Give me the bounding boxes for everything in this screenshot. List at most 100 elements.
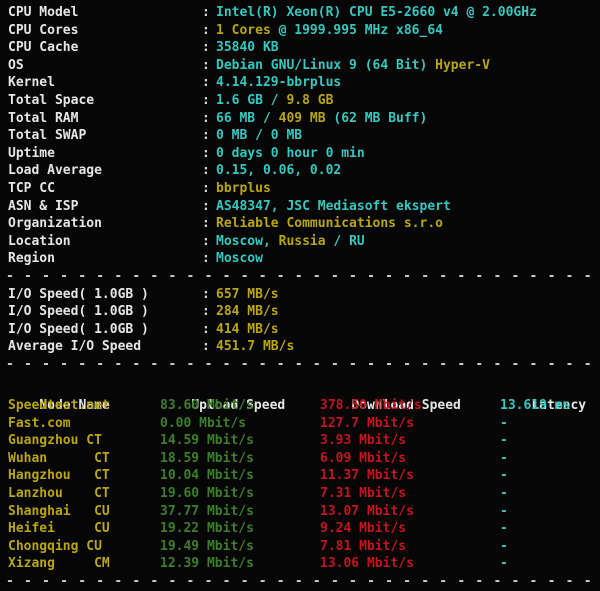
io-speed-value: 657 MB/s: [216, 286, 279, 302]
system-info-row: CPU Cores:1 Cores @ 1999.995 MHz x86_64: [0, 22, 600, 40]
speedtest-row: Speedtest.net 83.60 Mbit/s 378.50 Mbit/s 13…: [0, 397, 600, 415]
system-info-label: CPU Cache: [8, 40, 79, 56]
speedtest-row: Hangzhou CT 10.04 Mbit/s 11.37 Mbit/s -: [0, 467, 600, 485]
speedtest-latency: -: [500, 450, 508, 466]
speedtest-row: Chongqing CU 19.49 Mbit/s 7.81 Mbit/s -: [0, 538, 600, 556]
io-speed-row: I/O Speed( 1.0GB ):414 MB/s: [0, 321, 600, 339]
system-info-row: Uptime:0 days 0 hour 0 min: [0, 145, 600, 163]
speedtest-latency: -: [500, 433, 508, 449]
system-info-value-primary: 1.6 GB /: [216, 92, 287, 108]
system-info-value-highlight: bbrplus: [216, 180, 271, 196]
system-info-label: Uptime: [8, 145, 55, 161]
system-info-row: Total Space:1.6 GB / 9.8 GB: [0, 92, 600, 110]
system-info-colon: :: [202, 128, 210, 144]
io-speed-colon: :: [202, 339, 210, 355]
speedtest-rows: Speedtest.net 83.60 Mbit/s 378.50 Mbit/s 13…: [0, 397, 600, 573]
io-speed-colon: :: [202, 304, 210, 320]
system-info-row: CPU Cache:35840 KB: [0, 39, 600, 57]
system-info-label: Total RAM: [8, 110, 79, 126]
system-info-row: Location: Moscow, Russia / RU: [0, 233, 600, 251]
speedtest-download-speed: 13.07 Mbit/s: [320, 503, 414, 519]
system-info-row: Kernel:4.14.129-bbrplus: [0, 74, 600, 92]
system-info-value-highlight: 1 Cores: [216, 22, 271, 38]
system-info-value-primary: 66 MB /: [216, 110, 279, 126]
system-info-label: Total Space: [8, 92, 95, 108]
system-info-label: TCP CC: [8, 180, 55, 196]
speedtest-upload-speed: 37.77 Mbit/s: [160, 503, 254, 519]
io-speed-row: I/O Speed( 1.0GB ):284 MB/s: [0, 303, 600, 321]
io-speed-row: Average I/O Speed:451.7 MB/s: [0, 338, 600, 356]
io-speed-label: I/O Speed( 1.0GB ): [8, 304, 149, 320]
speedtest-node-name: Lanzhou CT: [8, 486, 110, 502]
system-info-colon: :: [202, 40, 210, 56]
system-info-colon: :: [202, 145, 210, 161]
system-info-value-highlight: 9.8 GB: [286, 92, 334, 108]
system-info-value-highlight: Russia: [278, 233, 326, 249]
system-info-value-primary: 0.15, 0.06, 0.02: [216, 163, 342, 179]
speedtest-latency: -: [500, 503, 508, 519]
system-info-value-suffix: (62 MB Buff): [325, 110, 428, 126]
system-info-label: Location: [8, 233, 71, 249]
terminal-window: CPU Model: Intel(R) Xeon(R) CPU E5-2660 v…: [0, 0, 600, 589]
speedtest-latency: 13.619 ms: [500, 398, 571, 414]
speedtest-download-speed: 7.81 Mbit/s: [320, 538, 407, 554]
io-speed-colon: :: [202, 286, 210, 302]
system-info-colon: :: [202, 75, 210, 91]
speedtest-download-speed: 6.09 Mbit/s: [320, 450, 407, 466]
speedtest-latency: -: [500, 468, 508, 484]
io-speed-value: 284 MB/s: [216, 304, 279, 320]
system-info-label: Organization: [8, 216, 102, 232]
system-info-row: Total RAM:66 MB / 409 MB (62 MB Buff): [0, 110, 600, 128]
speedtest-download-speed: 127.7 Mbit/s: [320, 415, 414, 431]
speedtest-download-speed: 11.37 Mbit/s: [320, 468, 414, 484]
system-info-row: CPU Model: Intel(R) Xeon(R) CPU E5-2660 v…: [0, 4, 600, 22]
speedtest-node-name: Guangzhou CT: [8, 433, 102, 449]
speedtest-latency: -: [500, 538, 508, 554]
system-info-label: OS: [8, 57, 24, 73]
system-info-value-highlight: Reliable Communications s.r.o: [216, 216, 443, 232]
speedtest-node-name: Xizang CM: [8, 556, 110, 572]
speedtest-row: Xizang CM 12.39 Mbit/s 13.06 Mbit/s -: [0, 555, 600, 573]
speedtest-download-speed: 378.50 Mbit/s: [320, 398, 422, 414]
system-info-row: OS: Debian GNU/Linux 9 (64 Bit) Hyper-V: [0, 57, 600, 75]
system-info-label: Total SWAP: [8, 128, 87, 144]
system-info-value-primary: Debian GNU/Linux 9 (64 Bit): [216, 57, 436, 73]
speedtest-upload-speed: 18.59 Mbit/s: [160, 450, 254, 466]
system-info-row: Organization: Reliable Communications s.r…: [0, 215, 600, 233]
speedtest-latency: -: [500, 521, 508, 537]
io-speed-value: 414 MB/s: [216, 321, 279, 337]
system-info-label: Region: [8, 251, 55, 267]
system-info-colon: :: [202, 180, 210, 196]
system-info-label: Load Average: [8, 163, 102, 179]
speedtest-row: Lanzhou CT 19.60 Mbit/s 7.31 Mbit/s -: [0, 485, 600, 503]
speedtest-upload-speed: 19.22 Mbit/s: [160, 521, 254, 537]
system-info-colon: :: [202, 198, 210, 214]
io-speed-section: I/O Speed( 1.0GB ):657 MB/s I/O Speed( 1.…: [0, 286, 600, 356]
separator-middle: - - - - - - - - - - - - - - - - - - - - …: [6, 356, 593, 372]
system-info-row: Region: Moscow: [0, 250, 600, 268]
speedtest-upload-speed: 0.00 Mbit/s: [160, 415, 247, 431]
speedtest-row: Shanghai CU 37.77 Mbit/s 13.07 Mbit/s -: [0, 503, 600, 521]
speedtest-upload-speed: 10.04 Mbit/s: [160, 468, 254, 484]
system-info-label: CPU Cores: [8, 22, 79, 38]
system-info-label: ASN & ISP: [8, 198, 79, 214]
system-info-value-highlight: Hyper-V: [435, 57, 490, 73]
io-speed-value: 451.7 MB/s: [216, 339, 295, 355]
io-speed-label: I/O Speed( 1.0GB ): [8, 286, 149, 302]
system-info-row: Load Average:0.15, 0.06, 0.02: [0, 162, 600, 180]
speedtest-row: Heifei CU 19.22 Mbit/s 9.24 Mbit/s -: [0, 520, 600, 538]
system-info-value-primary: Intel(R) Xeon(R) CPU E5-2660 v4 @ 2.00GH…: [216, 5, 537, 20]
system-info-value-primary: 0 MB / 0 MB: [216, 128, 303, 144]
system-info-value-suffix: / RU: [325, 233, 365, 249]
speedtest-download-speed: 9.24 Mbit/s: [320, 521, 407, 537]
speedtest-node-name: Hangzhou CT: [8, 468, 110, 484]
system-info-colon: :: [202, 5, 210, 20]
system-info-colon: :: [202, 57, 210, 73]
separator-top: - - - - - - - - - - - - - - - - - - - - …: [6, 268, 593, 284]
speedtest-node-name: Fast.com: [8, 415, 71, 431]
speedtest-latency: -: [500, 556, 508, 572]
speedtest-row: Wuhan CT 18.59 Mbit/s 6.09 Mbit/s -: [0, 450, 600, 468]
system-info-section: CPU Model: Intel(R) Xeon(R) CPU E5-2660 v…: [0, 4, 600, 268]
system-info-value-primary: 4.14.129-bbrplus: [216, 75, 342, 91]
speedtest-upload-speed: 19.60 Mbit/s: [160, 486, 254, 502]
